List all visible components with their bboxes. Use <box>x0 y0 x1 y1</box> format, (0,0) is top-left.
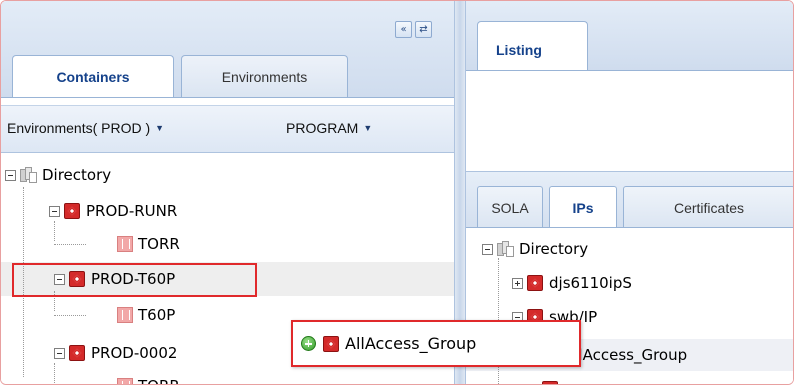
tree-node-djs6110ips[interactable]: djs6110ipS <box>512 272 632 294</box>
add-icon <box>301 336 316 351</box>
program-icon <box>117 307 133 323</box>
tab-listing[interactable]: Listing <box>477 21 588 70</box>
tree-root-directory[interactable]: Directory <box>5 164 111 186</box>
left-toolbar: Environments( PROD ) ▼ PROGRAM ▼ <box>1 105 454 153</box>
tree-node-partial[interactable] <box>542 378 564 384</box>
program-menu[interactable]: PROGRAM ▼ <box>286 120 372 136</box>
collapse-icon[interactable] <box>482 243 493 255</box>
tree-node-prod-0002[interactable]: PROD-0002 <box>54 342 177 364</box>
tree-node-label: TORR <box>138 235 180 253</box>
listing-body <box>466 71 793 171</box>
tree-node-label: PROD-0002 <box>91 344 178 362</box>
collapse-icon[interactable] <box>49 205 60 217</box>
tree-connector <box>54 244 86 245</box>
left-panel-header: « ⇄ Containers Environments <box>1 1 454 97</box>
panel-tools: « ⇄ <box>395 21 432 38</box>
tab-ips[interactable]: IPs <box>549 186 617 228</box>
tree-node-label: PROD-RUNR <box>86 202 178 220</box>
tree-node-label: TORR <box>138 377 180 384</box>
refresh-swap-button[interactable]: ⇄ <box>415 21 432 38</box>
container-icon <box>542 381 558 384</box>
selection-highlight <box>12 263 257 297</box>
container-icon <box>527 275 543 291</box>
tree-node-label: Directory <box>42 166 112 184</box>
tree-connector <box>54 363 55 383</box>
collapse-panel-button[interactable]: « <box>395 21 412 38</box>
program-menu-label: PROGRAM <box>286 120 359 136</box>
drag-proxy: AllAccess_Group <box>291 320 581 367</box>
directory-icon <box>497 241 515 257</box>
tab-environments[interactable]: Environments <box>181 55 348 97</box>
drag-proxy-label: AllAccess_Group <box>345 334 477 353</box>
tree-node-label: T60P <box>138 306 176 324</box>
tree-connector <box>54 315 86 316</box>
tree-connector <box>54 221 55 241</box>
tree-root-directory[interactable]: Directory <box>482 238 588 260</box>
container-icon <box>64 203 80 219</box>
dropdown-arrow-icon: ▼ <box>363 123 373 133</box>
right-panel-header: Listing <box>466 1 793 70</box>
tab-certificates[interactable]: Certificates <box>623 186 793 228</box>
directory-icon <box>20 167 38 183</box>
tab-divider <box>1 97 454 98</box>
container-icon <box>323 335 339 352</box>
app-frame: « ⇄ Containers Environments Environments… <box>0 0 794 385</box>
program-icon <box>117 236 133 252</box>
expand-icon[interactable] <box>512 277 523 289</box>
tree-leaf-torr[interactable]: TORR <box>117 233 180 255</box>
container-icon <box>69 345 85 361</box>
collapse-icon[interactable] <box>54 347 65 359</box>
tab-containers[interactable]: Containers <box>12 55 174 97</box>
environments-menu[interactable]: Environments( PROD ) ▼ <box>7 120 164 136</box>
tree-node-label: AllAccess_Group <box>564 346 688 364</box>
environments-menu-label: Environments( PROD ) <box>7 120 151 136</box>
tree-node-prod-runr[interactable]: PROD-RUNR <box>49 200 177 222</box>
sub-tab-strip: SOLA IPs Certificates <box>466 171 793 228</box>
collapse-icon[interactable] <box>5 169 16 181</box>
program-icon <box>117 378 133 384</box>
tree-node-label: djs6110ipS <box>549 274 632 292</box>
tree-leaf-t60p[interactable]: T60P <box>117 304 175 326</box>
dropdown-arrow-icon: ▼ <box>155 123 165 133</box>
tree-node-label: Directory <box>519 240 589 258</box>
tab-sola[interactable]: SOLA <box>477 186 543 228</box>
tree-leaf-torr-2[interactable]: TORR <box>117 375 180 384</box>
